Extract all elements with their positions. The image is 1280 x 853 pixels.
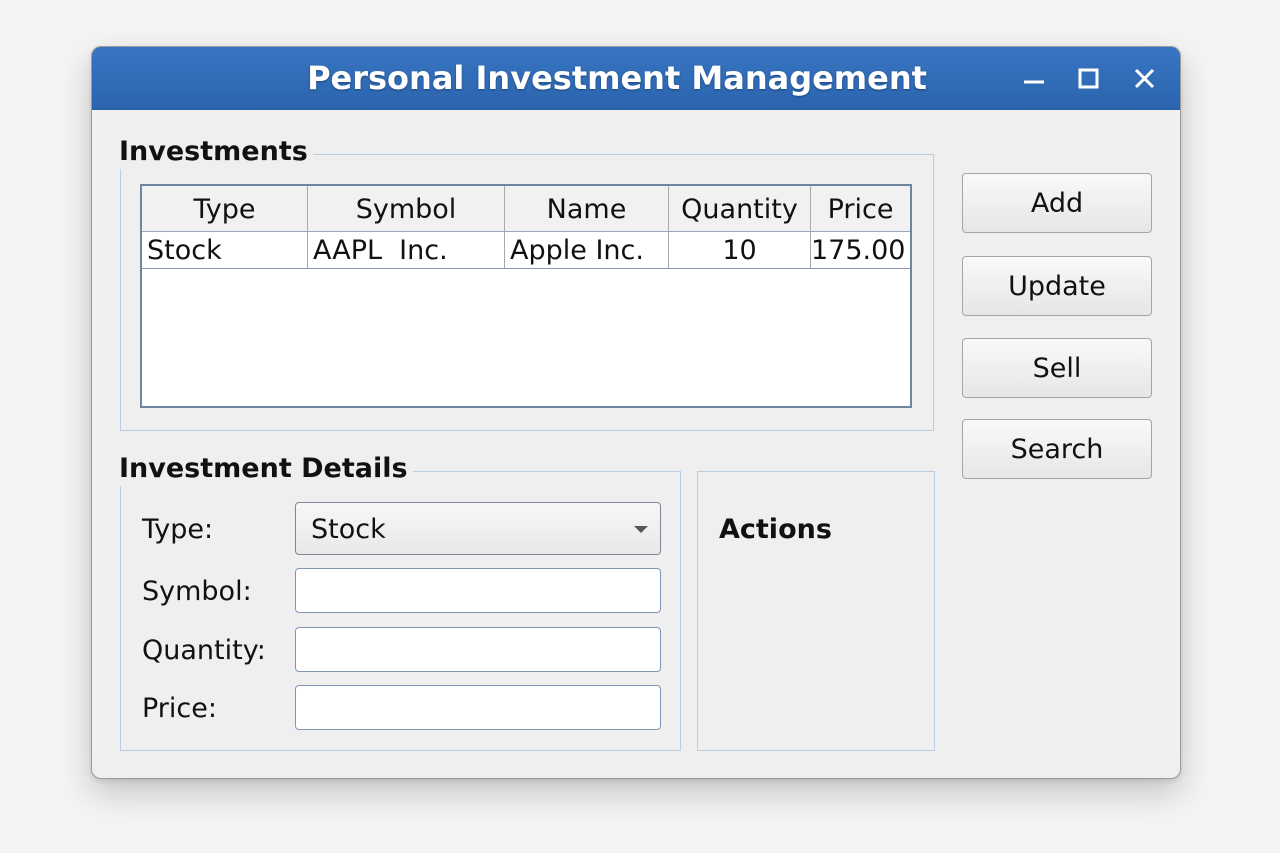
type-select[interactable]: Stock (295, 502, 661, 555)
add-button[interactable]: Add (962, 173, 1152, 233)
symbol-input[interactable] (295, 568, 661, 613)
type-select-value: Stock (311, 514, 386, 545)
column-header-name[interactable]: Name (505, 186, 669, 231)
update-button[interactable]: Update (962, 256, 1152, 316)
cell-symbol: AAPL Inc. (308, 232, 505, 268)
maximize-button[interactable] (1070, 61, 1106, 97)
sell-button[interactable]: Sell (962, 338, 1152, 398)
window-title: Personal Investment Management (307, 59, 927, 97)
minimize-button[interactable] (1016, 61, 1052, 97)
table-row[interactable]: Stock AAPL Inc. Apple Inc. 10 175.00 (142, 232, 910, 269)
actions-title: Actions (719, 514, 832, 545)
cell-price: 175.00 (811, 235, 906, 266)
investments-legend: Investments (119, 135, 313, 169)
symbol-label: Symbol: (142, 576, 252, 607)
close-button[interactable] (1126, 61, 1162, 97)
investment-details-legend: Investment Details (119, 452, 413, 486)
cell-name: Apple Inc. (505, 232, 669, 268)
title-bar: Personal Investment Management (92, 47, 1180, 110)
cell-quantity: 10 (669, 232, 811, 268)
cell-type: Stock (142, 232, 308, 268)
quantity-label: Quantity: (142, 635, 266, 666)
search-button[interactable]: Search (962, 419, 1152, 479)
minimize-icon (1024, 80, 1044, 84)
table-header: Type Symbol Name Quantity Price (142, 186, 910, 232)
quantity-input[interactable] (295, 627, 661, 672)
price-input[interactable] (295, 685, 661, 730)
app-window: Personal Investment Management Investmen… (91, 46, 1181, 779)
investments-table[interactable]: Type Symbol Name Quantity Price Stock AA… (140, 184, 912, 408)
maximize-icon (1078, 68, 1099, 89)
column-header-price[interactable]: Price (811, 186, 910, 231)
price-label: Price: (142, 693, 217, 724)
column-header-type[interactable]: Type (142, 186, 308, 231)
close-icon (1134, 68, 1155, 89)
column-header-quantity[interactable]: Quantity (669, 186, 811, 231)
chevron-down-icon (634, 526, 648, 533)
type-label: Type: (142, 514, 214, 545)
column-header-symbol[interactable]: Symbol (308, 186, 505, 231)
